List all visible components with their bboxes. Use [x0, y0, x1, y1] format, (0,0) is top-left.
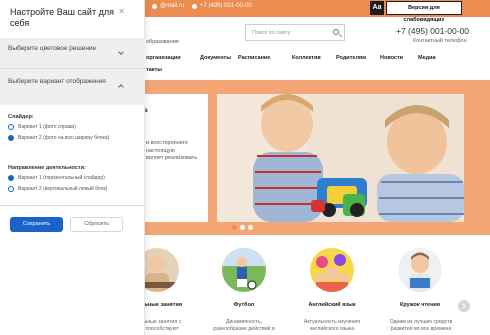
search-input[interactable]: Поиск по сайту [245, 24, 345, 41]
direction-option-2-label: Вариант 2 (вертикальный левый блок) [18, 186, 108, 192]
email-text: @mail.ru [160, 3, 185, 9]
slider-dot-3[interactable] [248, 225, 253, 230]
buttons-divider [0, 205, 145, 206]
search-placeholder: Поиск по сайту [252, 30, 291, 36]
activity-image-2[interactable] [222, 248, 266, 292]
radio-slider-2[interactable] [8, 135, 14, 141]
football-photo [222, 248, 266, 292]
main-nav: организации Документы Расписание Коллект… [146, 55, 490, 63]
activity-desc-3: Актуальность изучения английского языка [303, 319, 361, 332]
mail-icon [152, 3, 157, 9]
hero-text: и всестороннего настоящую воляет реализо… [146, 140, 198, 161]
phone-link[interactable]: +7 (495) 001-00-00 [192, 3, 252, 9]
section-display-title: Выберите вариант отображения [8, 78, 106, 85]
activity-title-4[interactable]: Кружок чтения [390, 302, 450, 308]
close-icon[interactable]: × [119, 6, 124, 16]
english-lesson-photo [310, 248, 354, 292]
slider-option-1[interactable]: Вариант 1 (фото справа) [8, 124, 76, 130]
panel-title: Настройте Ваш сайт для себя [10, 7, 114, 28]
save-button[interactable]: Сохранить [10, 217, 63, 232]
chevron-down-icon [118, 49, 124, 55]
nav-item-documents[interactable]: Документы [200, 55, 231, 61]
chevron-right-icon[interactable] [458, 300, 470, 312]
slider-option-2[interactable]: Вариант 2 (фото на всю ширину блока) [8, 135, 109, 141]
slider-dot-1[interactable] [232, 225, 237, 230]
activity-title-3[interactable]: Английский язык [302, 302, 362, 308]
slider-option-1-label: Вариант 1 (фото справа) [18, 124, 76, 130]
nav-item-media[interactable]: Медиа [418, 55, 436, 61]
radio-slider-1[interactable] [8, 124, 14, 130]
activity-desc-2: Динамичность, разнообразие действий в [213, 319, 275, 332]
reading-club-photo [398, 248, 442, 292]
direction-option-1[interactable]: Вариант 1 (горизонтальный слайдер) [8, 175, 105, 181]
chevron-up-icon [118, 84, 124, 90]
slider-option-2-label: Вариант 2 (фото на всю ширину блока) [18, 135, 110, 141]
direction-option-1-label: Вариант 1 (горизонтальный слайдер) [18, 175, 105, 181]
search-icon[interactable] [333, 29, 339, 35]
site-subtitle: образования [146, 39, 179, 45]
phone-caption: Контактный телефон [413, 38, 467, 44]
accessible-version-button[interactable]: Версия для слабовидящих [386, 1, 462, 23]
section-color-scheme[interactable]: Выберите цветовое решение [0, 38, 145, 68]
radio-direction-2[interactable] [8, 186, 14, 192]
section-display-variant[interactable]: Выберите вариант отображения [0, 69, 145, 105]
direction-option-2[interactable]: Вариант 2 (вертикальный левый блок) [8, 186, 107, 192]
header-phone[interactable]: +7 (495) 001-00-00 [396, 26, 469, 36]
activity-desc-4: Одним из лучших средств развития во все … [389, 319, 453, 332]
slider-pagination [232, 225, 253, 230]
slider-dot-2[interactable] [240, 225, 245, 230]
nav-item-contacts[interactable]: такты [146, 67, 162, 73]
section-color-title: Выберите цветовое решение [8, 45, 97, 52]
hero-image [217, 94, 464, 222]
direction-group-label: Направление деятельности: [8, 165, 86, 171]
nav-item-news[interactable]: Новости [380, 55, 403, 61]
phone-icon [192, 3, 197, 9]
radio-direction-1[interactable] [8, 175, 14, 181]
nav-item-schedule[interactable]: Расписание [238, 55, 270, 61]
slider-group-label: Слайдер: [8, 114, 34, 120]
nav-item-parents[interactable]: Родителям [336, 55, 366, 61]
nav-item-organization[interactable]: организации [146, 55, 181, 61]
activity-image-4[interactable] [398, 248, 442, 292]
nav-item-staff[interactable]: Коллектив [292, 55, 321, 61]
settings-panel: Настройте Ваш сайт для себя × Выберите ц… [0, 0, 145, 335]
children-playing-illustration [217, 94, 464, 222]
activity-title-2[interactable]: Футбол [214, 302, 274, 308]
reset-button[interactable]: Сбросить [70, 217, 123, 232]
phone-text: +7 (495) 001-00-00 [200, 3, 252, 9]
font-size-icon[interactable]: Aa [370, 1, 384, 15]
activity-image-3[interactable] [310, 248, 354, 292]
email-link[interactable]: @mail.ru [152, 3, 184, 9]
